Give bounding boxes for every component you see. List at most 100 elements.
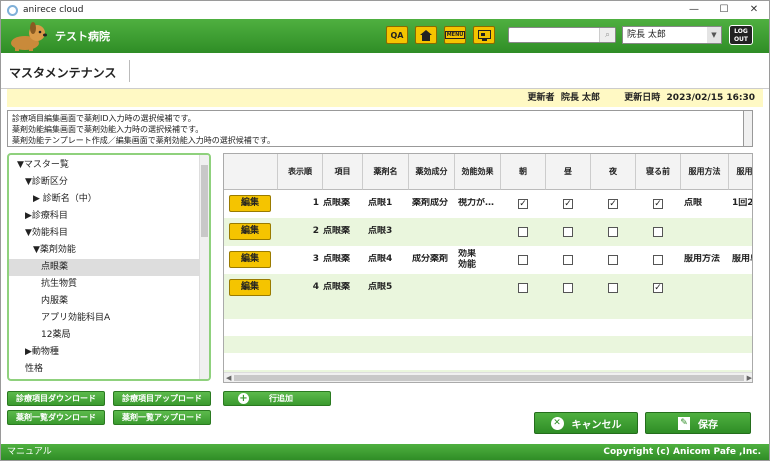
updater-label: 更新者: [527, 93, 555, 103]
updated-label: 更新日時: [624, 93, 661, 103]
column-header[interactable]: 朝: [501, 154, 546, 190]
table-row: 編集 3 点眼薬 点眼4 成分薬剤効果 効能 服用方法 服用単: [224, 246, 752, 274]
user-selected: 院長 太郎: [627, 30, 666, 40]
table-scrollbar[interactable]: ◀ ▶: [224, 372, 752, 382]
download-items-button[interactable]: 診療項目ダウンロード: [7, 391, 105, 406]
add-row-button[interactable]: + 行追加: [223, 391, 331, 406]
empty-row: [224, 319, 752, 336]
page-title-bar: マスタメンテナンス: [1, 53, 769, 89]
checkbox-noon[interactable]: [563, 283, 573, 293]
column-header[interactable]: 夜: [591, 154, 636, 190]
empty-row: [224, 353, 752, 370]
window-title: anirece cloud: [23, 5, 84, 15]
tree-item[interactable]: ▼効能科目: [9, 225, 199, 242]
checkbox-night[interactable]: [608, 283, 618, 293]
empty-row: [224, 336, 752, 353]
column-header[interactable]: 服用単: [729, 154, 752, 190]
logout-button[interactable]: LOG OUT: [729, 25, 753, 45]
column-header[interactable]: 表示順: [278, 154, 323, 190]
edit-button[interactable]: 編集: [229, 195, 271, 212]
manual-link[interactable]: マニュアル: [7, 444, 52, 460]
user-dropdown[interactable]: 院長 太郎 ▼: [622, 26, 722, 44]
title-bar: anirece cloud — ☐ ✕: [1, 1, 769, 19]
cancel-button[interactable]: ✕ キャンセル: [534, 412, 638, 434]
footer-bar: マニュアル Copyright (c) Anicom Pafe ,Inc.: [1, 444, 769, 460]
download-drugs-button[interactable]: 薬剤一覧ダウンロード: [7, 410, 105, 425]
checkbox-noon[interactable]: [563, 255, 573, 265]
checkbox-bedtime[interactable]: ✓: [653, 283, 663, 293]
checkbox-night[interactable]: [608, 255, 618, 265]
drug-table: ◀ ▶ 表示順項目薬剤名薬効成分効能効果朝昼夜寝る前服用方法服用単編集1点眼薬点…: [223, 153, 753, 383]
update-info-bar: 更新者 院長 太郎 更新日時 2023/02/15 16:30: [7, 89, 763, 107]
dog-logo-icon: [11, 22, 47, 51]
column-header[interactable]: 薬効成分: [409, 154, 455, 190]
upload-drugs-button[interactable]: 薬剤一覧アップロード: [113, 410, 211, 425]
tree-item[interactable]: ▶動物種: [9, 344, 199, 361]
tree-item[interactable]: 12薬局: [9, 327, 199, 344]
checkbox-morning[interactable]: ✓: [518, 199, 528, 209]
save-button[interactable]: ✎ 保存: [645, 412, 751, 434]
edit-button[interactable]: 編集: [229, 223, 271, 240]
close-icon: ✕: [550, 416, 564, 430]
checkbox-bedtime[interactable]: ✓: [653, 199, 663, 209]
search-icon[interactable]: ⌕: [599, 28, 615, 42]
checkbox-night[interactable]: [608, 227, 618, 237]
tree-item[interactable]: ▼マスター覧: [9, 157, 199, 174]
clinic-name: テスト病院: [55, 30, 110, 43]
column-header[interactable]: 寝る前: [636, 154, 681, 190]
column-header[interactable]: 項目: [323, 154, 363, 190]
column-header[interactable]: [224, 154, 278, 190]
note-line: 薬剤効能テンプレート作成／編集画面で薬剤効能入力時の選択候補です。: [12, 136, 275, 145]
checkbox-noon[interactable]: [563, 227, 573, 237]
checkbox-morning[interactable]: [518, 283, 528, 293]
tree-item[interactable]: 抗生物質: [9, 276, 199, 293]
copyright: Copyright (c) Anicom Pafe ,Inc.: [603, 447, 761, 457]
tree-item[interactable]: ▶ 診断名（中）: [9, 191, 199, 208]
divider: [129, 60, 130, 82]
column-header[interactable]: 服用方法: [681, 154, 729, 190]
cell-item: 点眼薬: [323, 198, 351, 208]
cell-name: 点眼4: [368, 254, 393, 264]
monitor-button[interactable]: [473, 26, 495, 44]
tree-item[interactable]: アプリ効能科目A: [9, 310, 199, 327]
tree-item[interactable]: ▼薬剤効能: [9, 242, 199, 259]
checkbox-morning[interactable]: [518, 227, 528, 237]
page-title: マスタメンテナンス: [9, 66, 117, 80]
close-button[interactable]: ✕: [739, 1, 769, 19]
cell-order: 2: [312, 226, 319, 236]
checkbox-morning[interactable]: [518, 255, 528, 265]
checkbox-bedtime[interactable]: [653, 255, 663, 265]
tree-item[interactable]: ▶診療科目: [9, 208, 199, 225]
plus-icon: +: [238, 393, 249, 404]
column-header[interactable]: 効能効果: [455, 154, 501, 190]
edit-button[interactable]: 編集: [229, 279, 271, 296]
description-scrollbar[interactable]: [743, 110, 753, 147]
cell-order: 4: [312, 282, 319, 292]
upload-items-button[interactable]: 診療項目アップロード: [113, 391, 211, 406]
checkbox-bedtime[interactable]: [653, 227, 663, 237]
cell-item: 点眼薬: [323, 254, 351, 264]
home-button[interactable]: [415, 26, 437, 44]
column-header[interactable]: 昼: [546, 154, 591, 190]
checkbox-noon[interactable]: ✓: [563, 199, 573, 209]
empty-row: [224, 302, 752, 319]
qa-button[interactable]: QA: [386, 26, 408, 44]
app-window: anirece cloud — ☐ ✕ テスト病院 QA MENU ⌕ 院長 太…: [0, 0, 770, 461]
updater-name: 院長 太郎: [560, 93, 600, 103]
menu-button[interactable]: MENU: [444, 26, 466, 44]
maximize-button[interactable]: ☐: [709, 1, 739, 19]
tree-item[interactable]: 性格: [9, 361, 199, 378]
minimize-button[interactable]: —: [679, 1, 709, 19]
tree-item[interactable]: 点眼薬: [9, 259, 199, 276]
edit-button[interactable]: 編集: [229, 251, 271, 268]
column-header[interactable]: 薬剤名: [363, 154, 409, 190]
tree-item[interactable]: ▼診断区分: [9, 174, 199, 191]
cell-name: 点眼3: [368, 226, 393, 236]
checkbox-night[interactable]: ✓: [608, 199, 618, 209]
tree-item[interactable]: 内服薬: [9, 293, 199, 310]
tree-scrollbar[interactable]: [199, 155, 209, 379]
chevron-down-icon[interactable]: ▼: [707, 27, 721, 43]
app-header: テスト病院 QA MENU ⌕ 院長 太郎 ▼ LOG OUT: [1, 19, 769, 53]
search-input[interactable]: ⌕: [508, 27, 616, 43]
logout-label-2: OUT: [733, 36, 749, 43]
